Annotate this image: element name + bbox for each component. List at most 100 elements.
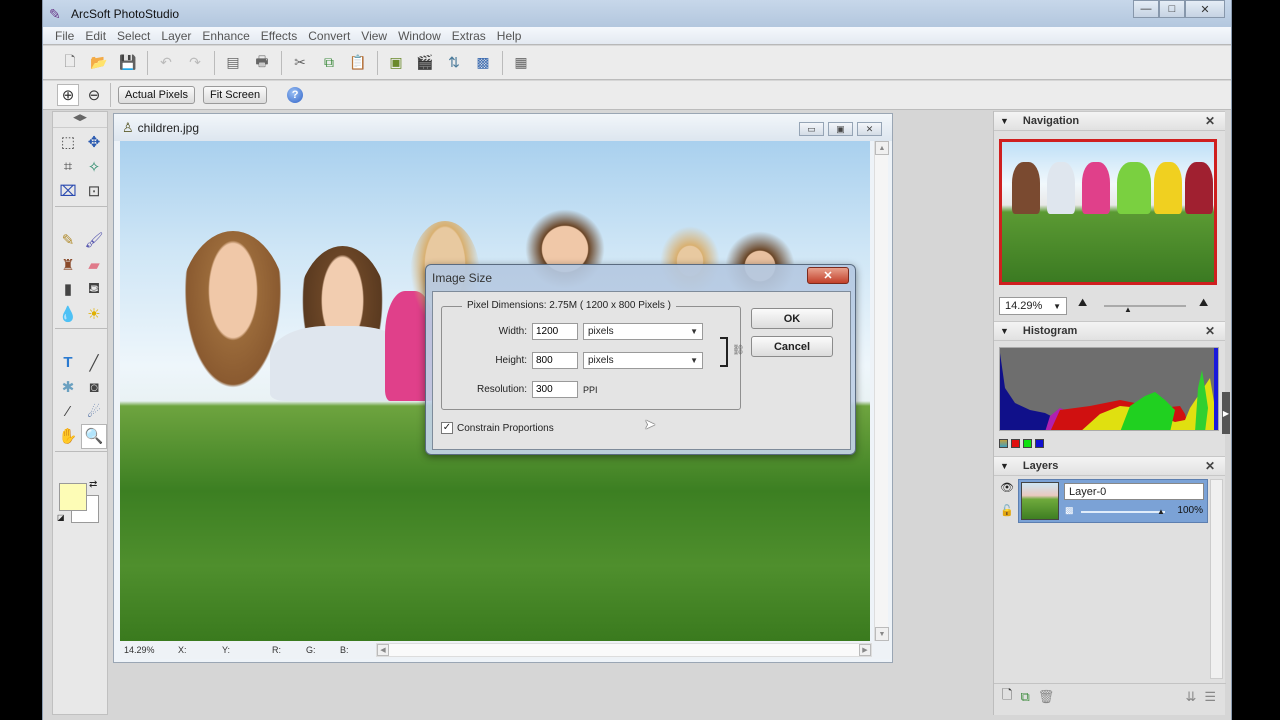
photo-icon[interactable]: ▩ bbox=[472, 52, 494, 74]
fit-screen-button[interactable]: Fit Screen bbox=[202, 86, 268, 104]
compare-icon[interactable]: ⇅ bbox=[443, 52, 465, 74]
batch-icon[interactable]: ▦ bbox=[510, 52, 532, 74]
rect-shape-icon[interactable]: ◙ bbox=[81, 375, 107, 400]
navigation-zoom-select[interactable]: 14.29% ▼ bbox=[999, 297, 1067, 315]
crop-icon[interactable]: ⌧ bbox=[55, 179, 81, 204]
layer-item[interactable]: Layer-0 ▩ ▲ 100% bbox=[1018, 479, 1208, 523]
shape-icon[interactable]: ✱ bbox=[55, 375, 81, 400]
menu-effects[interactable]: Effects bbox=[261, 29, 297, 43]
scroll-up-button[interactable]: ▲ bbox=[875, 141, 889, 155]
collapse-icon[interactable]: ▼ bbox=[1000, 326, 1009, 336]
swap-colors-icon[interactable]: ⇄ bbox=[89, 479, 97, 490]
open-file-icon[interactable]: 📂 bbox=[88, 52, 110, 74]
channel-green[interactable] bbox=[1023, 439, 1032, 448]
channel-rgb[interactable] bbox=[999, 439, 1008, 448]
zoom-tool-icon[interactable]: 🔍 bbox=[81, 424, 107, 449]
height-unit-select[interactable]: pixels ▼ bbox=[583, 352, 703, 369]
new-file-icon[interactable]: 🗋 bbox=[59, 52, 81, 74]
width-input[interactable] bbox=[532, 323, 578, 340]
stamp-icon[interactable]: ♜ bbox=[55, 253, 81, 278]
dodge-icon[interactable]: ☀ bbox=[81, 302, 107, 327]
close-icon[interactable]: ✕ bbox=[1205, 114, 1215, 128]
zoom-in-mountain-icon[interactable]: ⛰ bbox=[1199, 297, 1208, 310]
panel-collapse-tab[interactable]: ▶ bbox=[1222, 392, 1230, 434]
maximize-button[interactable]: □ bbox=[1159, 0, 1185, 18]
paste-icon[interactable]: 📋 bbox=[347, 52, 369, 74]
redo-icon[interactable]: ↷ bbox=[184, 52, 206, 74]
menu-convert[interactable]: Convert bbox=[308, 29, 350, 43]
close-button[interactable]: ✕ bbox=[1185, 0, 1225, 18]
text-icon[interactable]: T bbox=[55, 351, 81, 376]
pencil-icon[interactable]: ✎ bbox=[55, 228, 81, 253]
close-icon[interactable]: ✕ bbox=[1205, 459, 1215, 473]
minimize-button[interactable]: — bbox=[1133, 0, 1159, 18]
zoom-out-mountain-icon[interactable]: ⛰ bbox=[1078, 297, 1087, 310]
magic-wand-icon[interactable]: ✧ bbox=[81, 155, 107, 180]
zoom-in-icon[interactable]: ⊕ bbox=[57, 84, 79, 106]
menu-enhance[interactable]: Enhance bbox=[202, 29, 249, 43]
flatten-icon[interactable]: ☰ bbox=[1204, 689, 1216, 705]
constrain-proportions[interactable]: ✓ Constrain Proportions bbox=[441, 422, 554, 434]
merge-down-icon[interactable]: ⇊ bbox=[1185, 689, 1196, 705]
width-unit-select[interactable]: pixels ▼ bbox=[583, 323, 703, 340]
print-icon[interactable]: 🖶 bbox=[251, 52, 273, 74]
help-icon[interactable]: ? bbox=[287, 87, 304, 103]
actual-pixels-button[interactable]: Actual Pixels bbox=[118, 86, 195, 104]
eraser-icon[interactable]: ▰ bbox=[81, 253, 107, 278]
slider-handle[interactable]: ▲ bbox=[1124, 305, 1132, 314]
ok-button[interactable]: OK bbox=[751, 308, 833, 329]
resolution-input[interactable] bbox=[532, 381, 578, 398]
collapse-icon[interactable]: ▼ bbox=[1000, 461, 1009, 471]
horizontal-scrollbar[interactable]: ◀ ▶ bbox=[376, 643, 872, 657]
lock-icon[interactable]: 🔓 bbox=[1000, 504, 1014, 517]
camera-icon[interactable]: 🎬 bbox=[414, 52, 436, 74]
dialog-close-button[interactable]: ✕ bbox=[807, 267, 849, 284]
layers-panel-header[interactable]: ▼ Layers ✕ bbox=[994, 456, 1225, 476]
navigation-panel-header[interactable]: ▼ Navigation ✕ bbox=[994, 111, 1225, 131]
fill-bucket-icon[interactable]: ⛾ bbox=[81, 277, 107, 302]
delete-layer-icon[interactable]: 🗑 bbox=[1038, 689, 1055, 705]
lasso-select-icon[interactable]: ⌗ bbox=[55, 155, 81, 180]
scroll-left-button[interactable]: ◀ bbox=[377, 644, 389, 656]
line-icon[interactable]: ╱ bbox=[81, 351, 107, 376]
reset-colors-icon[interactable]: ◪ bbox=[57, 513, 65, 522]
vertical-scrollbar[interactable]: ▲ ▼ bbox=[874, 141, 889, 641]
copy-icon[interactable]: ⧉ bbox=[318, 52, 340, 74]
move-icon[interactable]: ✥ bbox=[81, 130, 107, 155]
undo-icon[interactable]: ↶ bbox=[155, 52, 177, 74]
blur-icon[interactable]: 💧 bbox=[55, 302, 81, 327]
height-input[interactable] bbox=[532, 352, 578, 369]
doc-maximize-button[interactable]: ▣ bbox=[828, 122, 853, 136]
layers-scrollbar[interactable] bbox=[1210, 479, 1223, 679]
channel-red[interactable] bbox=[1011, 439, 1020, 448]
doc-close-button[interactable]: ✕ bbox=[857, 122, 882, 136]
image-icon[interactable]: ▣ bbox=[385, 52, 407, 74]
channel-blue[interactable] bbox=[1035, 439, 1044, 448]
brush-icon[interactable]: 🖌 bbox=[81, 228, 107, 253]
rectangle-select-icon[interactable]: ⬚ bbox=[55, 130, 81, 155]
constrain-checkbox[interactable]: ✓ bbox=[441, 422, 453, 434]
histogram-panel-header[interactable]: ▼ Histogram ✕ bbox=[994, 321, 1225, 341]
scroll-down-button[interactable]: ▼ bbox=[875, 627, 889, 641]
collapse-icon[interactable]: ▼ bbox=[1000, 116, 1009, 126]
menu-select[interactable]: Select bbox=[117, 29, 150, 43]
navigation-thumbnail[interactable] bbox=[999, 139, 1217, 285]
save-icon[interactable]: 💾 bbox=[117, 52, 139, 74]
transform-icon[interactable]: ⊡ bbox=[81, 179, 107, 204]
hand-icon[interactable]: ✋ bbox=[55, 424, 81, 449]
menu-extras[interactable]: Extras bbox=[452, 29, 486, 43]
smudge-icon[interactable]: ☄ bbox=[81, 400, 107, 425]
layer-name[interactable]: Layer-0 bbox=[1064, 483, 1204, 500]
cancel-button[interactable]: Cancel bbox=[751, 336, 833, 357]
menu-layer[interactable]: Layer bbox=[161, 29, 191, 43]
new-layer-icon[interactable]: 🗋 bbox=[1002, 686, 1012, 708]
toolbox-grip[interactable]: ◀▶ bbox=[53, 112, 107, 128]
menu-edit[interactable]: Edit bbox=[85, 29, 106, 43]
navigation-zoom-slider[interactable] bbox=[1104, 305, 1186, 307]
close-icon[interactable]: ✕ bbox=[1205, 324, 1215, 338]
menu-file[interactable]: File bbox=[55, 29, 74, 43]
gradient-icon[interactable]: ▮ bbox=[55, 277, 81, 302]
scan-icon[interactable]: ▤ bbox=[222, 52, 244, 74]
menu-window[interactable]: Window bbox=[398, 29, 441, 43]
menu-view[interactable]: View bbox=[361, 29, 387, 43]
